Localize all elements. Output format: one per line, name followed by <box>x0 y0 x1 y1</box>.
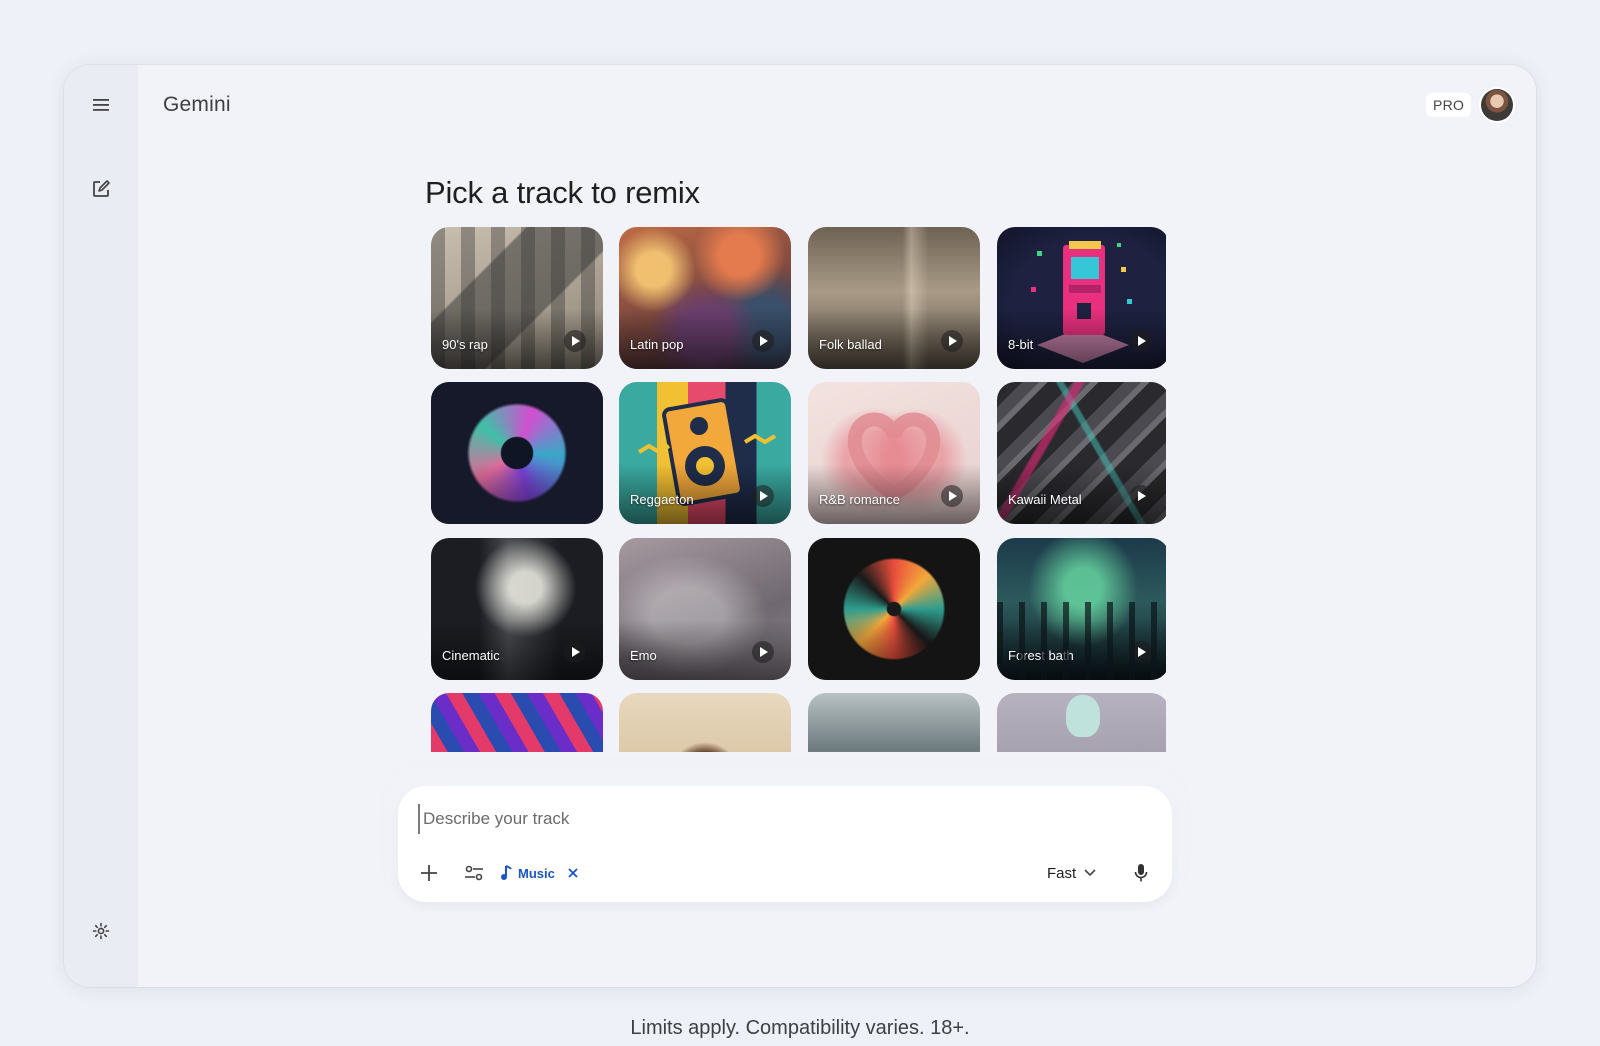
settings-button[interactable] <box>85 915 117 947</box>
track-card-workout[interactable]: Workout <box>431 382 603 524</box>
track-card-owl-speaker[interactable] <box>997 693 1166 752</box>
play-icon[interactable] <box>941 330 963 352</box>
settings-icon <box>92 922 110 940</box>
track-card-90s-rap[interactable]: 90's rap <box>431 227 603 369</box>
play-icon[interactable] <box>564 485 586 507</box>
play-icon[interactable] <box>941 641 963 663</box>
new-chat-button[interactable] <box>85 173 117 205</box>
app-window: Gemini PRO Pick a track to remix 90's ra… <box>64 65 1536 987</box>
track-label: Reggaeton <box>630 492 694 507</box>
model-label: Fast <box>1047 864 1077 882</box>
track-card-rnb-romance[interactable]: R&B romance <box>808 382 980 524</box>
microphone-icon <box>1134 864 1148 882</box>
music-note-icon <box>501 865 512 880</box>
tile-shade <box>997 620 1166 680</box>
menu-icon <box>93 99 109 111</box>
add-button[interactable] <box>416 860 442 886</box>
plus-icon <box>421 865 437 881</box>
track-label: Latin pop <box>630 337 684 352</box>
track-card-kawaii-metal[interactable]: Kawaii Metal <box>997 382 1166 524</box>
prompt-input[interactable] <box>418 804 1045 834</box>
tile-shade <box>808 620 980 680</box>
music-tool-chip[interactable]: Music <box>500 862 579 884</box>
play-icon[interactable] <box>1130 641 1152 663</box>
tile-shade <box>431 464 603 524</box>
play-icon[interactable] <box>1130 330 1152 352</box>
play-icon[interactable] <box>1130 485 1152 507</box>
track-card-desert-rock[interactable] <box>619 693 791 752</box>
chevron-down-icon <box>1084 869 1096 877</box>
music-chip-label: Music <box>518 865 555 881</box>
track-card-reggaeton[interactable]: Reggaeton <box>619 382 791 524</box>
play-icon[interactable] <box>941 485 963 507</box>
play-icon[interactable] <box>752 485 774 507</box>
tune-icon <box>465 865 483 881</box>
tools-button[interactable] <box>461 860 487 886</box>
footer-disclaimer: Limits apply. Compatibility varies. 18+. <box>630 1017 970 1039</box>
pro-badge: PRO <box>1426 93 1472 117</box>
side-rail <box>64 65 138 987</box>
track-card-emo[interactable]: Emo <box>619 538 791 680</box>
play-icon[interactable] <box>752 330 774 352</box>
track-label: 8-bit <box>1008 337 1034 352</box>
model-selector[interactable]: Fast <box>1047 862 1096 884</box>
track-card-misty-hills[interactable] <box>808 693 980 752</box>
track-card-forest-bath[interactable]: Forest bath <box>997 538 1166 680</box>
play-icon[interactable] <box>564 330 586 352</box>
play-icon[interactable] <box>564 641 586 663</box>
track-label: Forest bath <box>1008 648 1074 663</box>
track-label: Afropop <box>819 648 865 663</box>
prompt-composer: Music Fast <box>398 786 1172 902</box>
track-card-geometric[interactable] <box>431 693 603 752</box>
track-label: Emo <box>630 648 657 663</box>
track-label: Kawaii Metal <box>1008 492 1082 507</box>
close-icon[interactable] <box>567 867 579 879</box>
track-label: Folk ballad <box>819 337 882 352</box>
track-card-latin-pop[interactable]: Latin pop <box>619 227 791 369</box>
avatar[interactable] <box>1481 89 1513 121</box>
track-label: Cinematic <box>442 648 500 663</box>
track-card-8-bit[interactable]: 8-bit <box>997 227 1166 369</box>
track-label: 90's rap <box>442 337 488 352</box>
track-card-cinematic[interactable]: Cinematic <box>431 538 603 680</box>
play-icon[interactable] <box>752 641 774 663</box>
mic-button[interactable] <box>1128 860 1154 886</box>
app-title[interactable]: Gemini <box>163 93 231 117</box>
track-label: Workout <box>442 492 491 507</box>
track-label: R&B romance <box>819 492 900 507</box>
track-card-folk-ballad[interactable]: Folk ballad <box>808 227 980 369</box>
track-grid: 90's rap Latin pop Folk ballad 8-bit Wor… <box>431 227 1166 752</box>
menu-button[interactable] <box>85 89 117 121</box>
new-chat-icon <box>93 180 110 197</box>
page-title: Pick a track to remix <box>425 175 700 210</box>
track-card-afropop[interactable]: Afropop <box>808 538 980 680</box>
